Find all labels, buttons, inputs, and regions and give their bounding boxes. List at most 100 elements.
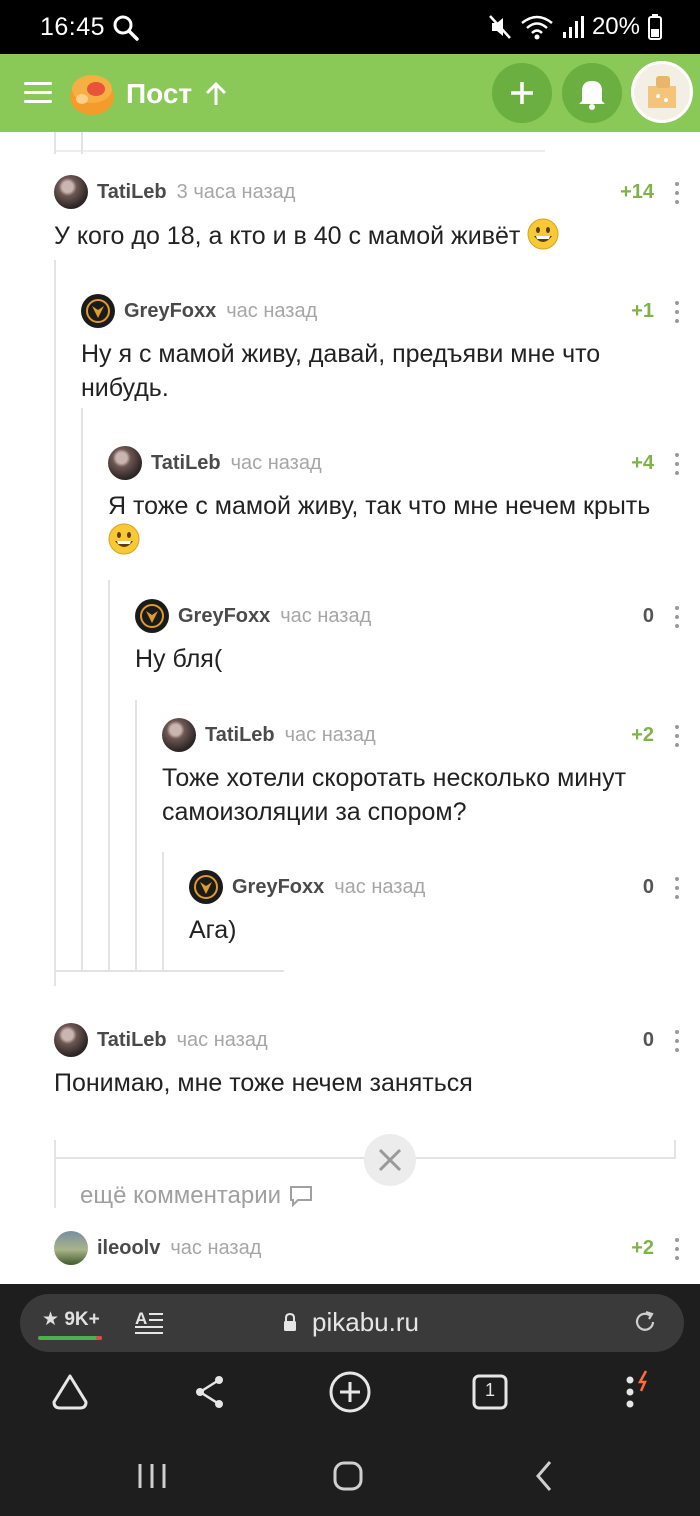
comment: TatiLeb час назад +4 Я тоже с мамой живу… — [108, 443, 680, 558]
thread-line — [54, 1140, 56, 1208]
avatar-image — [648, 76, 676, 108]
tabs-button[interactable]: 1 — [468, 1370, 512, 1414]
comment: GreyFoxx час назад 0 Ага) — [189, 867, 680, 947]
reload-icon[interactable] — [632, 1309, 658, 1335]
add-post-button[interactable] — [492, 63, 552, 123]
comment-author[interactable]: ileoolv — [97, 1237, 160, 1260]
battery-icon — [648, 14, 662, 40]
grinning-emoji-icon — [527, 218, 559, 250]
comment-text: Ну бля( — [135, 645, 223, 673]
mute-icon — [489, 15, 511, 39]
comment-rating: 0 — [642, 605, 654, 627]
comment: GreyFoxx час назад +1 Ну я с мамой живу,… — [81, 291, 680, 405]
badge-count: 9K+ — [64, 1309, 100, 1330]
comment-rating: 0 — [642, 876, 654, 898]
more-options-icon[interactable] — [674, 301, 680, 323]
comment-author[interactable]: TatiLeb — [97, 1029, 167, 1052]
avatar[interactable] — [162, 718, 196, 752]
notifications-button[interactable] — [562, 63, 622, 123]
comment-time: час назад — [280, 604, 372, 627]
fox-icon — [194, 875, 218, 899]
comment: GreyFoxx час назад 0 Ну бля( — [135, 596, 680, 676]
comment-author[interactable]: TatiLeb — [97, 181, 167, 204]
avatar[interactable] — [54, 175, 88, 209]
status-indicators: 20% — [488, 13, 662, 41]
thread-line — [81, 408, 83, 972]
avatar[interactable] — [54, 1023, 88, 1057]
avatar[interactable] — [135, 599, 169, 633]
collapse-button[interactable] — [364, 1134, 416, 1186]
comments-section: TatiLeb 3 часа назад +14 У кого до 18, а… — [0, 132, 700, 1284]
user-avatar[interactable] — [631, 61, 693, 123]
thread-line — [81, 132, 83, 154]
thread-line — [54, 132, 56, 154]
comment-time: 3 часа назад — [176, 180, 296, 203]
search-icon — [113, 15, 139, 41]
comment: TatiLeb 3 часа назад +14 У кого до 18, а… — [54, 172, 680, 253]
comment-text: Я тоже с мамой живу, так что мне нечем к… — [108, 492, 651, 520]
comment: ileoolv час назад +2 — [54, 1228, 680, 1268]
close-icon — [378, 1148, 402, 1172]
more-options-icon[interactable] — [674, 1238, 680, 1260]
comment-rating: 0 — [642, 1029, 654, 1051]
thread-line — [108, 580, 110, 972]
comment-text: Тоже хотели скоротать несколько минут са… — [162, 764, 627, 826]
more-comments-link[interactable]: ещё комментарии — [80, 1182, 313, 1210]
thread-line — [674, 1140, 676, 1158]
home-icon[interactable] — [48, 1370, 92, 1414]
browser-toolbar: ★ 9K+ A pikabu.ru 1 — [0, 1284, 700, 1432]
status-bar: 16:45 20% — [0, 0, 700, 54]
pikabu-logo[interactable] — [66, 67, 118, 119]
comment-text: У кого до 18, а кто и в 40 с мамой живёт — [54, 222, 521, 250]
more-options-icon[interactable] — [674, 606, 680, 628]
comment-time: час назад — [230, 451, 322, 474]
comment-time: час назад — [170, 1236, 262, 1259]
signal-icon — [562, 16, 584, 38]
share-icon[interactable] — [188, 1370, 232, 1414]
comment-author[interactable]: GreyFoxx — [124, 300, 216, 323]
comment-time: час назад — [226, 299, 318, 322]
comment-author[interactable]: TatiLeb — [205, 724, 275, 747]
comment-bubble-icon — [290, 1186, 313, 1207]
comment-time: час назад — [176, 1028, 268, 1051]
more-options-icon[interactable] — [674, 725, 680, 747]
more-options-icon[interactable] — [674, 453, 680, 475]
wifi-icon — [521, 15, 553, 40]
star-icon: ★ — [42, 1309, 60, 1330]
recent-apps-icon[interactable] — [134, 1458, 170, 1494]
thread-line — [54, 260, 56, 986]
back-icon[interactable] — [526, 1458, 562, 1494]
avatar[interactable] — [81, 294, 115, 328]
more-comments-label: ещё комментарии — [80, 1182, 282, 1209]
avatar[interactable] — [189, 870, 223, 904]
comment-rating: +2 — [631, 1237, 654, 1259]
fox-icon — [86, 299, 110, 323]
comment-author[interactable]: GreyFoxx — [178, 605, 270, 628]
comment-author[interactable]: TatiLeb — [151, 452, 221, 475]
bell-icon — [579, 81, 605, 110]
comment-author[interactable]: GreyFoxx — [232, 876, 324, 899]
avatar[interactable] — [108, 446, 142, 480]
more-options-icon[interactable] — [674, 182, 680, 204]
home-button-icon[interactable] — [330, 1458, 366, 1494]
tab-count: 1 — [484, 1380, 495, 1400]
new-tab-icon[interactable] — [328, 1370, 372, 1414]
fox-icon — [140, 604, 164, 628]
comment-rating: +4 — [631, 452, 654, 474]
menu-icon[interactable] — [24, 82, 52, 104]
comment-time: час назад — [334, 875, 426, 898]
avatar[interactable] — [54, 1231, 88, 1265]
more-options-icon[interactable] — [674, 1030, 680, 1052]
rating-badge[interactable]: ★ 9K+ — [38, 1304, 108, 1340]
grinning-emoji-icon — [108, 523, 140, 555]
address-bar[interactable]: ★ 9K+ A pikabu.ru — [20, 1294, 684, 1352]
comment-rating: +2 — [631, 724, 654, 746]
arrow-up-icon[interactable] — [204, 81, 228, 107]
thread-line — [135, 700, 137, 972]
system-navigation — [0, 1432, 700, 1516]
more-options-icon[interactable] — [674, 877, 680, 899]
page-title: Пост — [126, 78, 193, 109]
reader-mode-icon[interactable]: A — [134, 1308, 164, 1338]
thread-line — [162, 852, 164, 972]
menu-more-icon[interactable] — [608, 1370, 652, 1414]
